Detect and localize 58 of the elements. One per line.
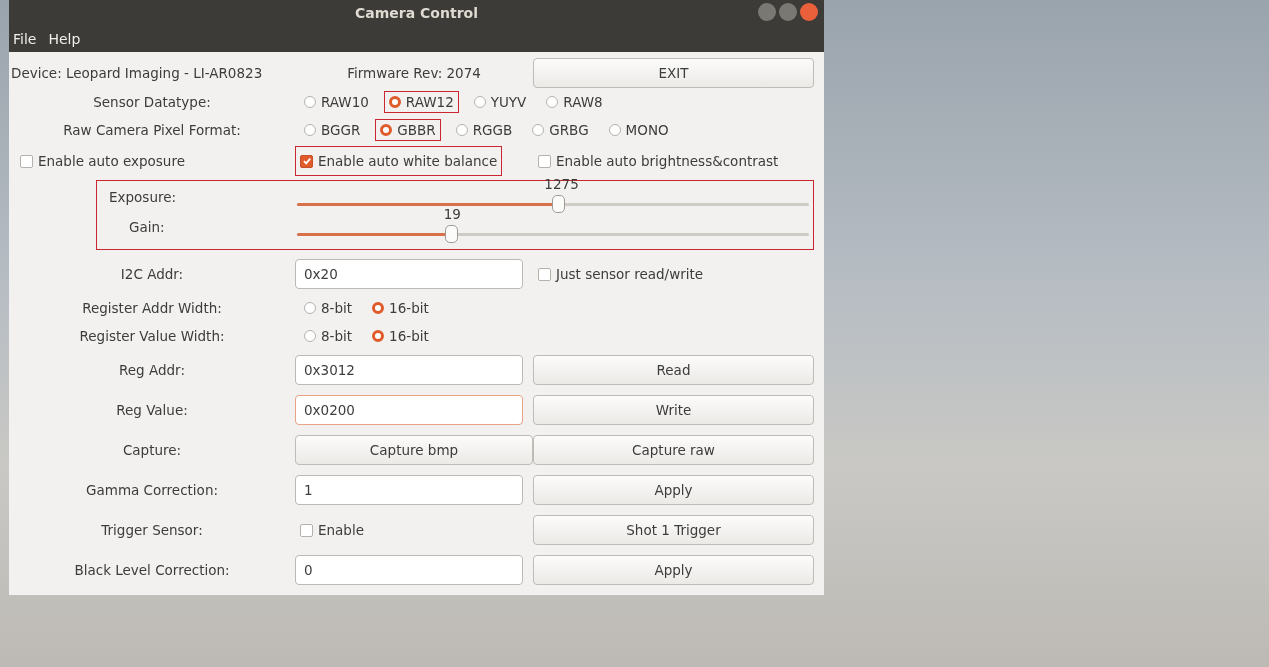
- radio-option[interactable]: BGGR: [299, 119, 366, 141]
- checkbox[interactable]: Just sensor read/write: [533, 259, 709, 289]
- field-label: Sensor Datatype:: [92, 93, 212, 112]
- action-button[interactable]: Capture bmp: [295, 435, 533, 465]
- action-button[interactable]: Shot 1 Trigger: [533, 515, 814, 545]
- radio-option[interactable]: MONO: [603, 119, 674, 141]
- input-field[interactable]: 0x20: [295, 259, 523, 289]
- field-label: Capture:: [121, 441, 183, 460]
- menu-item[interactable]: File: [13, 30, 37, 47]
- slider[interactable]: [297, 224, 809, 244]
- radio-option[interactable]: RAW12: [383, 91, 459, 113]
- menu-item[interactable]: Help: [48, 30, 81, 47]
- radio-option[interactable]: YUYV: [468, 91, 532, 113]
- radio-option[interactable]: 8-bit: [299, 297, 358, 319]
- device-label: Device: Leopard Imaging - LI-AR0823: [10, 65, 264, 81]
- checkbox[interactable]: Enable: [295, 515, 369, 545]
- checkbox[interactable]: Enable auto brightness&contrast: [533, 146, 784, 176]
- field-label: Register Addr Width:: [81, 299, 223, 318]
- close-icon[interactable]: [800, 3, 818, 21]
- input-field[interactable]: 0: [295, 555, 523, 585]
- checkbox[interactable]: Enable auto exposure: [9, 146, 190, 176]
- radio-option[interactable]: GRBG: [527, 119, 594, 141]
- slider-value: 1275: [544, 176, 579, 192]
- checkbox[interactable]: Enable auto white balance: [295, 146, 503, 176]
- radio-option[interactable]: 16-bit: [367, 325, 434, 347]
- firmware-label: Firmware Rev: 2074: [346, 65, 482, 81]
- minimize-icon[interactable]: [758, 3, 776, 21]
- radio-option[interactable]: RGGB: [450, 119, 518, 141]
- radio-option[interactable]: 16-bit: [367, 297, 434, 319]
- field-label: Reg Value:: [115, 401, 189, 420]
- checkmark-icon: [301, 156, 312, 166]
- field-label: I2C Addr:: [119, 265, 185, 284]
- field-label: Register Value Width:: [78, 327, 226, 346]
- field-label: Black Level Correction:: [73, 561, 231, 580]
- field-label: Gamma Correction:: [85, 481, 219, 500]
- action-button[interactable]: Write: [533, 395, 814, 425]
- input-field[interactable]: 0x0200: [295, 395, 523, 425]
- action-button[interactable]: Read: [533, 355, 814, 385]
- field-label: Raw Camera Pixel Format:: [62, 121, 242, 140]
- radio-option[interactable]: GBBR: [375, 119, 441, 141]
- window-title: Camera Control: [355, 4, 478, 21]
- action-button[interactable]: Apply: [533, 475, 814, 505]
- maximize-icon[interactable]: [779, 3, 797, 21]
- field-label: Reg Addr:: [118, 361, 186, 380]
- radio-option[interactable]: 8-bit: [299, 325, 358, 347]
- exit-button[interactable]: EXIT: [533, 58, 814, 88]
- field-label: Trigger Sensor:: [100, 521, 204, 540]
- slider-label: Exposure:: [108, 189, 178, 205]
- input-field[interactable]: 0x3012: [295, 355, 523, 385]
- slider-handle[interactable]: [552, 195, 566, 213]
- action-button[interactable]: Apply: [533, 555, 814, 585]
- slider-handle[interactable]: [444, 225, 458, 243]
- input-field[interactable]: 1: [295, 475, 523, 505]
- radio-option[interactable]: RAW8: [541, 91, 608, 113]
- action-button[interactable]: Capture raw: [533, 435, 814, 465]
- radio-option[interactable]: RAW10: [299, 91, 374, 113]
- slider-value: 19: [443, 206, 461, 222]
- slider-label: Gain:: [128, 219, 166, 235]
